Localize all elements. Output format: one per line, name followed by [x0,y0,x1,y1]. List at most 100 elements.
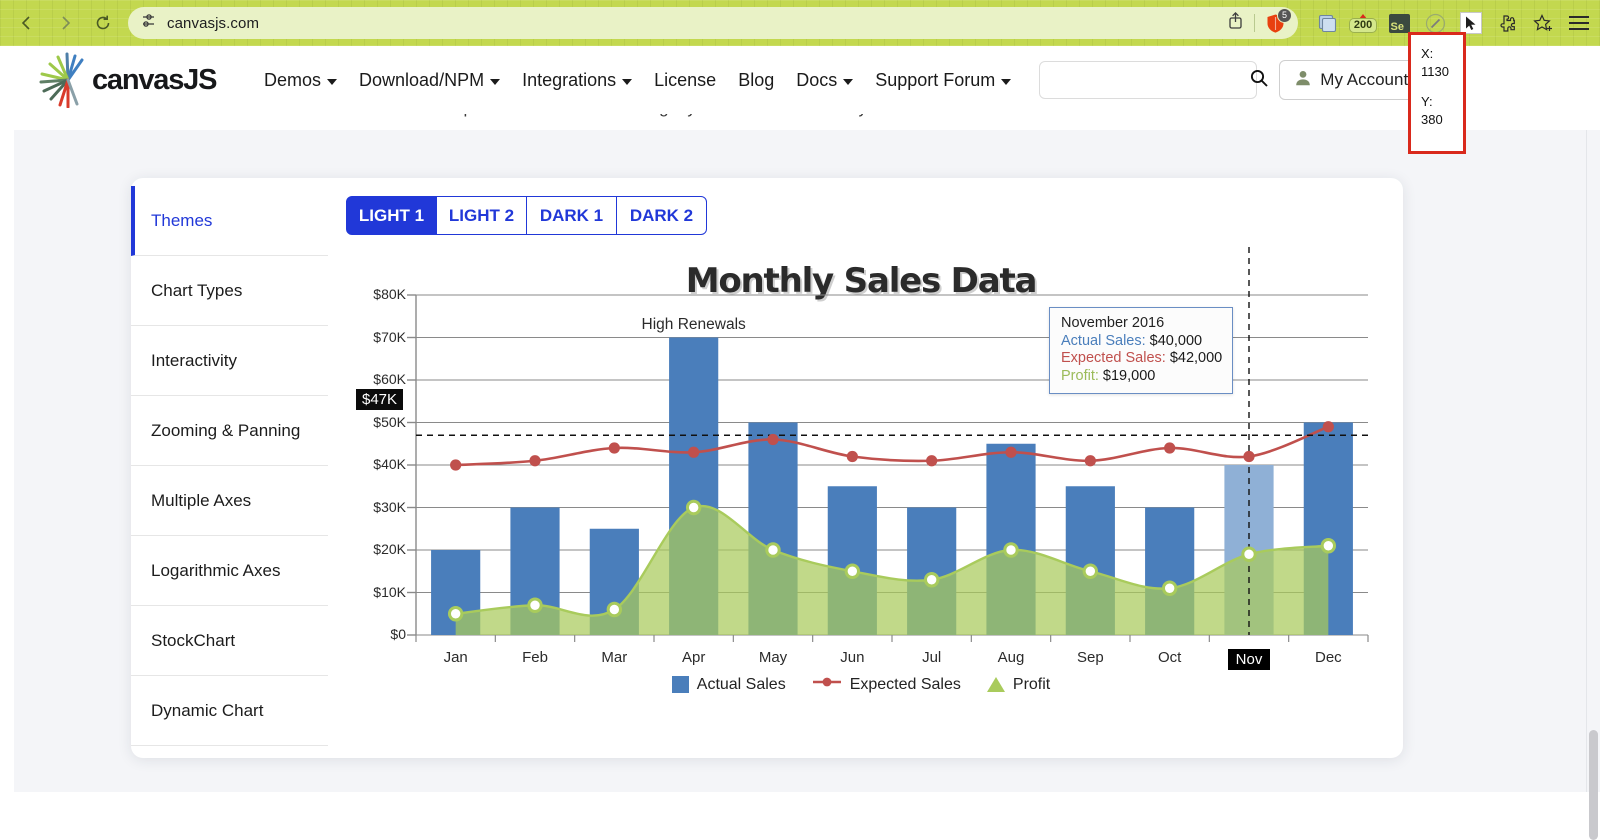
sidebar-item-label: Dynamic Chart [151,700,264,720]
my-account-button[interactable]: My Account [1279,60,1424,100]
legend-label: Expected Sales [849,675,961,693]
x-axis-tick: Jul [922,649,942,666]
shield-badge: 5 [1277,7,1292,23]
brand-text: canvasJS [92,63,217,96]
nav-label: License [654,69,717,90]
screenshot-extension-icon[interactable] [1316,12,1338,34]
legend-item-expected-sales[interactable]: Expected Sales [812,675,961,694]
tab-label: DARK 1 [539,205,604,225]
tooltip-row-profit: Profit: $19,000 [1061,368,1222,386]
sidebar-item-label: Multiple Axes [151,490,252,510]
sidebar-item-label: Chart Types [151,280,243,300]
nav-label: Support Forum [875,69,996,90]
tab-light-1[interactable]: LIGHT 1 [346,196,437,235]
tooltip-row-expected-sales: Expected Sales: $42,000 [1061,350,1222,368]
selenium-extension-icon[interactable]: Se [1388,12,1410,34]
y-axis-tick: $20K [373,541,406,557]
chevron-down-icon [1001,78,1012,85]
search-icon[interactable] [1249,68,1269,93]
chevron-down-icon [622,78,633,85]
sidebar-item-interactivity[interactable]: Interactivity [131,326,328,396]
tab-light-2[interactable]: LIGHT 2 [436,196,527,235]
tooltip-row-actual-sales: Actual Sales: $40,000 [1061,333,1222,351]
nav-item-license[interactable]: License [654,70,716,91]
x-axis-tick: Jan [443,649,468,666]
page-body: Themes Chart Types Interactivity Zooming… [14,130,1586,792]
sidebar-item-zooming-panning[interactable]: Zooming & Panning [131,396,328,466]
sidebar-item-chart-types[interactable]: Chart Types [131,256,328,326]
tab-label: LIGHT 2 [448,205,515,225]
sidebar-item-label: Zooming & Panning [151,420,301,440]
nav-label: Demos [264,69,322,90]
page-scrollbar-track[interactable] [1586,130,1600,840]
brave-shield-icon[interactable]: 5 [1265,7,1292,34]
sidebar-item-dynamic-chart[interactable]: Dynamic Chart [131,676,328,746]
nav-item-support-forum[interactable]: Support Forum [875,69,1012,91]
chevron-down-icon [843,78,854,85]
tab-dark-2[interactable]: DARK 2 [616,196,707,235]
search-input[interactable] [1050,71,1250,89]
y-axis-tick: $70K [373,328,406,345]
main-nav: Demos Download/NPM Integrations License … [264,69,1012,91]
chevron-down-icon [327,78,338,85]
search-box[interactable] [1039,61,1268,99]
forward-arrow-icon[interactable] [48,6,82,40]
nav-item-docs[interactable]: Docs [796,69,854,91]
sidebar-item-stockchart[interactable]: StockChart [131,606,328,676]
puzzle-extensions-icon[interactable] [1496,12,1518,34]
nav-item-demos[interactable]: Demos [264,69,338,91]
tooltip-value: $19,000 [1102,367,1156,384]
tab-label: DARK 2 [629,205,694,225]
sidebar-item-label: Logarithmic Axes [151,560,281,580]
share-icon[interactable] [1227,11,1244,35]
coord-x-label: X: [1421,46,1434,61]
demo-main: LIGHT 1 LIGHT 2 DARK 1 DARK 2 Monthly Sa… [328,178,1403,758]
x-axis-tick: May [758,649,788,666]
user-icon [1294,69,1312,92]
x-axis-tick: Feb [522,649,548,666]
x-axis-tick: Dec [1314,649,1342,666]
url-bar-actions: 5 [1227,7,1292,35]
canvasjs-logo[interactable]: canvasJS [38,52,238,108]
nav-label: Docs [796,69,838,90]
x-axis-tick: Apr [681,649,706,666]
zoom-200-extension-icon[interactable]: 200 [1348,12,1378,34]
tooltip-value: $40,000 [1149,332,1203,349]
url-text: canvasjs.com [167,14,260,32]
tooltip-key: Actual Sales: [1061,332,1146,349]
zoom-level-label: 200 [1348,17,1378,33]
cursor-extension-icon[interactable] [1460,12,1482,34]
legend-label: Profit [1012,675,1051,693]
pen-extension-icon[interactable] [1424,12,1446,34]
reload-icon[interactable] [86,6,120,40]
chart-container[interactable]: Monthly Sales Data High Renewals $0 $10K $… [346,243,1376,733]
legend-item-profit[interactable]: Profit [986,675,1051,694]
x-axis-tick: Sep [1076,649,1104,666]
legend-item-actual-sales[interactable]: Actual Sales [671,676,786,694]
y-axis-tick: $30K [373,498,406,515]
tooltip-key: Profit: [1061,367,1099,384]
tab-label: LIGHT 1 [358,205,425,225]
tab-dark-1[interactable]: DARK 1 [526,196,617,235]
sidebar-item-label: Themes [151,210,213,230]
site-settings-icon[interactable] [140,12,157,34]
sidebar-item-logarithmic-axes[interactable]: Logarithmic Axes [131,536,328,606]
nav-item-download-npm[interactable]: Download/NPM [359,70,501,91]
sidebar-item-themes[interactable]: Themes [131,186,328,256]
tooltip-title: November 2016 [1061,315,1165,331]
x-axis-tick: Aug [997,649,1025,666]
page-scrollbar-thumb[interactable] [1589,730,1598,840]
sidebar-item-multiple-axes[interactable]: Multiple Axes [131,466,328,536]
bookmark-star-icon[interactable] [1532,12,1554,34]
coordinate-overlay: X: 1130 Y: 380 [1408,32,1466,154]
crosshair-x-label: Nov [1228,649,1270,670]
url-bar[interactable]: canvasjs.com 5 [128,7,1298,39]
nav-item-integrations[interactable]: Integrations [522,69,633,91]
back-arrow-icon[interactable] [10,6,44,40]
nav-item-blog[interactable]: Blog [738,70,774,91]
tooltip-key: Expected Sales: [1061,350,1166,366]
browser-toolbar: canvasjs.com 5 200 Se [0,0,1600,46]
hamburger-menu-icon[interactable] [1568,12,1590,34]
legend-swatch-triangle-icon [986,677,1005,692]
nav-label: Integrations [522,69,617,90]
